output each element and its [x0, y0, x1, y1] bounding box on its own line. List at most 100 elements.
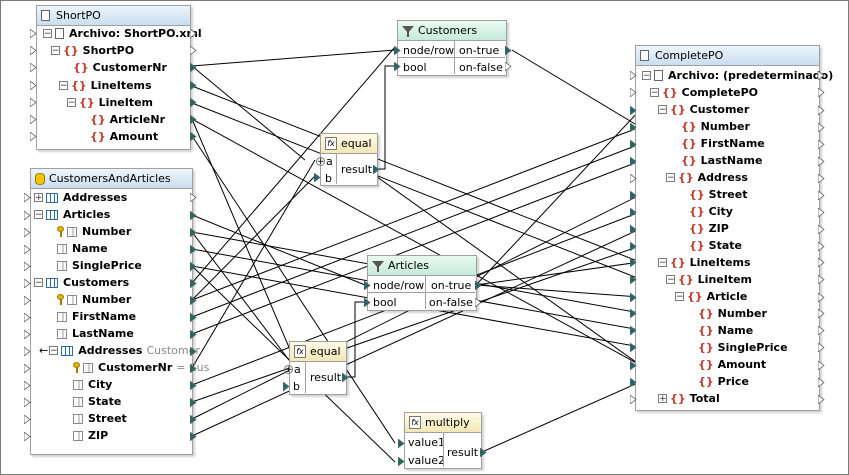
multiply-in-value1[interactable]: value1	[408, 434, 445, 450]
equal-2-in-a[interactable]: + a	[284, 361, 301, 377]
ca-row-articles-name[interactable]: Name	[57, 240, 108, 257]
input-connector[interactable]	[24, 193, 31, 202]
input-connector[interactable]	[283, 382, 290, 391]
input-connector[interactable]	[24, 415, 31, 424]
input-connector[interactable]	[394, 62, 401, 71]
output-connector[interactable]	[475, 298, 482, 307]
output-connector[interactable]	[818, 174, 825, 183]
output-connector[interactable]	[190, 364, 197, 373]
customers-filter-in-noderow[interactable]: node/row	[403, 42, 454, 58]
output-connector[interactable]	[818, 140, 825, 149]
cpo-row-lineitems[interactable]: −{} LineItems	[658, 254, 751, 271]
cpo-row-zip[interactable]: {} ZIP	[689, 220, 729, 237]
equal-2-header[interactable]: fx equal	[290, 342, 346, 362]
collapse-icon[interactable]: −	[650, 88, 659, 98]
customers-filter-out-false[interactable]: on-false	[459, 59, 503, 75]
output-connector[interactable]	[190, 347, 197, 356]
add-input-icon[interactable]: +	[284, 364, 293, 374]
output-connector[interactable]	[190, 313, 197, 322]
ca-row-customers-number[interactable]: Number	[57, 291, 131, 308]
equal-1-out-result[interactable]: result	[341, 161, 372, 177]
shortpo-row-file[interactable]: − Archivo: ShortPO.xml	[43, 25, 202, 42]
input-connector[interactable]	[24, 228, 31, 237]
cpo-row-price[interactable]: {} Price	[698, 373, 749, 390]
input-connector[interactable]	[398, 439, 405, 448]
input-connector[interactable]	[24, 330, 31, 339]
output-connector[interactable]	[190, 228, 197, 237]
output-connector[interactable]	[190, 432, 197, 441]
input-connector[interactable]	[630, 174, 637, 183]
input-connector[interactable]	[398, 457, 405, 466]
input-connector[interactable]	[24, 347, 31, 356]
output-connector[interactable]	[818, 123, 825, 132]
collapse-icon[interactable]: −	[666, 173, 675, 183]
output-connector[interactable]	[190, 211, 197, 220]
shortpo-header[interactable]: ShortPO	[37, 6, 190, 26]
output-connector[interactable]	[818, 378, 825, 387]
cpo-row-city[interactable]: {} City	[689, 203, 733, 220]
input-connector[interactable]	[630, 242, 637, 251]
input-connector[interactable]	[630, 106, 637, 115]
output-connector[interactable]	[818, 71, 825, 80]
collapse-icon[interactable]: −	[658, 105, 667, 115]
collapse-icon[interactable]: −	[642, 71, 651, 81]
add-input-icon[interactable]: +	[316, 156, 325, 166]
cpo-row-article-name[interactable]: {} Name	[698, 322, 753, 339]
ca-row-articles[interactable]: − Articles	[34, 206, 110, 223]
collapse-icon[interactable]: −	[59, 81, 68, 91]
output-connector[interactable]	[505, 62, 512, 71]
input-connector[interactable]	[30, 98, 37, 107]
input-connector[interactable]	[630, 378, 637, 387]
output-connector[interactable]	[190, 330, 197, 339]
output-connector[interactable]	[342, 373, 349, 382]
output-connector[interactable]	[818, 106, 825, 115]
input-connector[interactable]	[30, 115, 37, 124]
multiply-out-result[interactable]: result	[447, 444, 478, 460]
articles-filter-in-bool[interactable]: bool	[373, 294, 397, 310]
input-connector[interactable]	[630, 395, 637, 404]
input-connector[interactable]	[30, 81, 37, 90]
output-connector[interactable]	[190, 115, 197, 124]
output-connector[interactable]	[505, 46, 512, 55]
cpo-row-amount[interactable]: {} Amount	[698, 356, 766, 373]
collapse-icon[interactable]: −	[67, 98, 76, 108]
output-connector[interactable]	[480, 448, 487, 457]
collapse-icon[interactable]: −	[51, 46, 60, 56]
output-connector[interactable]	[190, 193, 197, 202]
input-connector[interactable]	[24, 364, 31, 373]
articles-filter-in-noderow[interactable]: node/row	[373, 277, 424, 293]
output-connector[interactable]	[190, 132, 197, 141]
cpo-row-lineitem[interactable]: −{} LineItem	[666, 271, 752, 288]
collapse-icon[interactable]: −	[666, 275, 675, 285]
input-connector[interactable]	[630, 343, 637, 352]
cpo-row-file[interactable]: − Archivo: (predeterminado)	[642, 67, 833, 84]
output-connector[interactable]	[818, 88, 825, 97]
customersandarticles-header[interactable]: CustomersAndArticles	[31, 169, 192, 189]
input-connector[interactable]	[630, 326, 637, 335]
completepo-header[interactable]: CompletePO	[636, 46, 819, 66]
collapse-icon[interactable]: −	[34, 278, 43, 288]
equal-2-in-b[interactable]: b	[293, 378, 300, 394]
input-connector[interactable]	[364, 298, 371, 307]
cpo-row-lastname[interactable]: {} LastName	[681, 152, 762, 169]
cpo-row-customer-number[interactable]: {} Number	[681, 118, 750, 135]
equal-2-out-result[interactable]: result	[310, 369, 341, 385]
shortpo-row-shortpo[interactable]: −{} ShortPO	[51, 42, 134, 59]
input-connector[interactable]	[24, 296, 31, 305]
cpo-row-address[interactable]: −{} Address	[666, 169, 748, 186]
cpo-row-firstname[interactable]: {} FirstName	[681, 135, 765, 152]
input-connector[interactable]	[24, 279, 31, 288]
ca-row-addr-street[interactable]: Street	[73, 410, 127, 427]
equal-1-header[interactable]: fx equal	[321, 134, 377, 154]
input-connector[interactable]	[314, 173, 321, 182]
shortpo-row-customernr[interactable]: {} CustomerNr	[73, 59, 167, 76]
ca-row-customers-lastname[interactable]: LastName	[57, 325, 134, 342]
cpo-row-singleprice[interactable]: {} SinglePrice	[698, 339, 788, 356]
input-connector[interactable]	[630, 293, 637, 302]
ca-row-addr-zip[interactable]: ZIP	[73, 427, 108, 444]
equal-1-in-a[interactable]: + a	[316, 153, 333, 169]
input-connector[interactable]	[630, 208, 637, 217]
ca-row-articles-number[interactable]: Number	[57, 223, 131, 240]
input-connector[interactable]	[630, 140, 637, 149]
input-connector[interactable]	[24, 262, 31, 271]
